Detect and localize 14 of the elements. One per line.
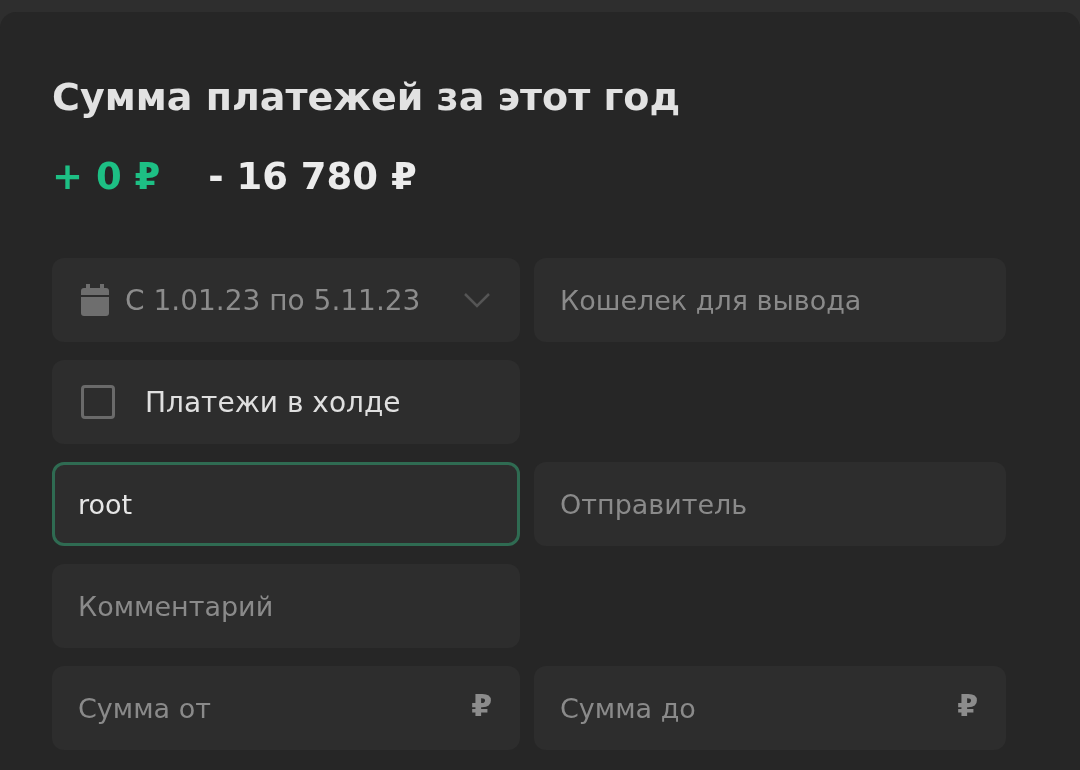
text-field[interactable]: Отправитель <box>534 462 1006 546</box>
text-field[interactable]: root <box>52 462 520 546</box>
checkbox[interactable] <box>81 385 115 419</box>
text-field[interactable]: Комментарий <box>52 564 520 648</box>
text-field[interactable]: Кошелек для вывода <box>534 258 1006 342</box>
currency-sign: ₽ <box>957 688 978 723</box>
checkbox-label: Платежи в холде <box>145 385 401 419</box>
income-total: + 0 ₽ <box>52 154 161 200</box>
currency-sign: ₽ <box>471 688 492 723</box>
chevron-down-icon <box>463 292 491 308</box>
expense-total: - 16 780 ₽ <box>208 154 417 200</box>
calendar-icon <box>81 284 109 316</box>
panel-title: Сумма платежей за этот год <box>52 74 682 120</box>
date-range-dropdown[interactable]: С 1.01.23 по 5.11.23 <box>52 258 520 342</box>
